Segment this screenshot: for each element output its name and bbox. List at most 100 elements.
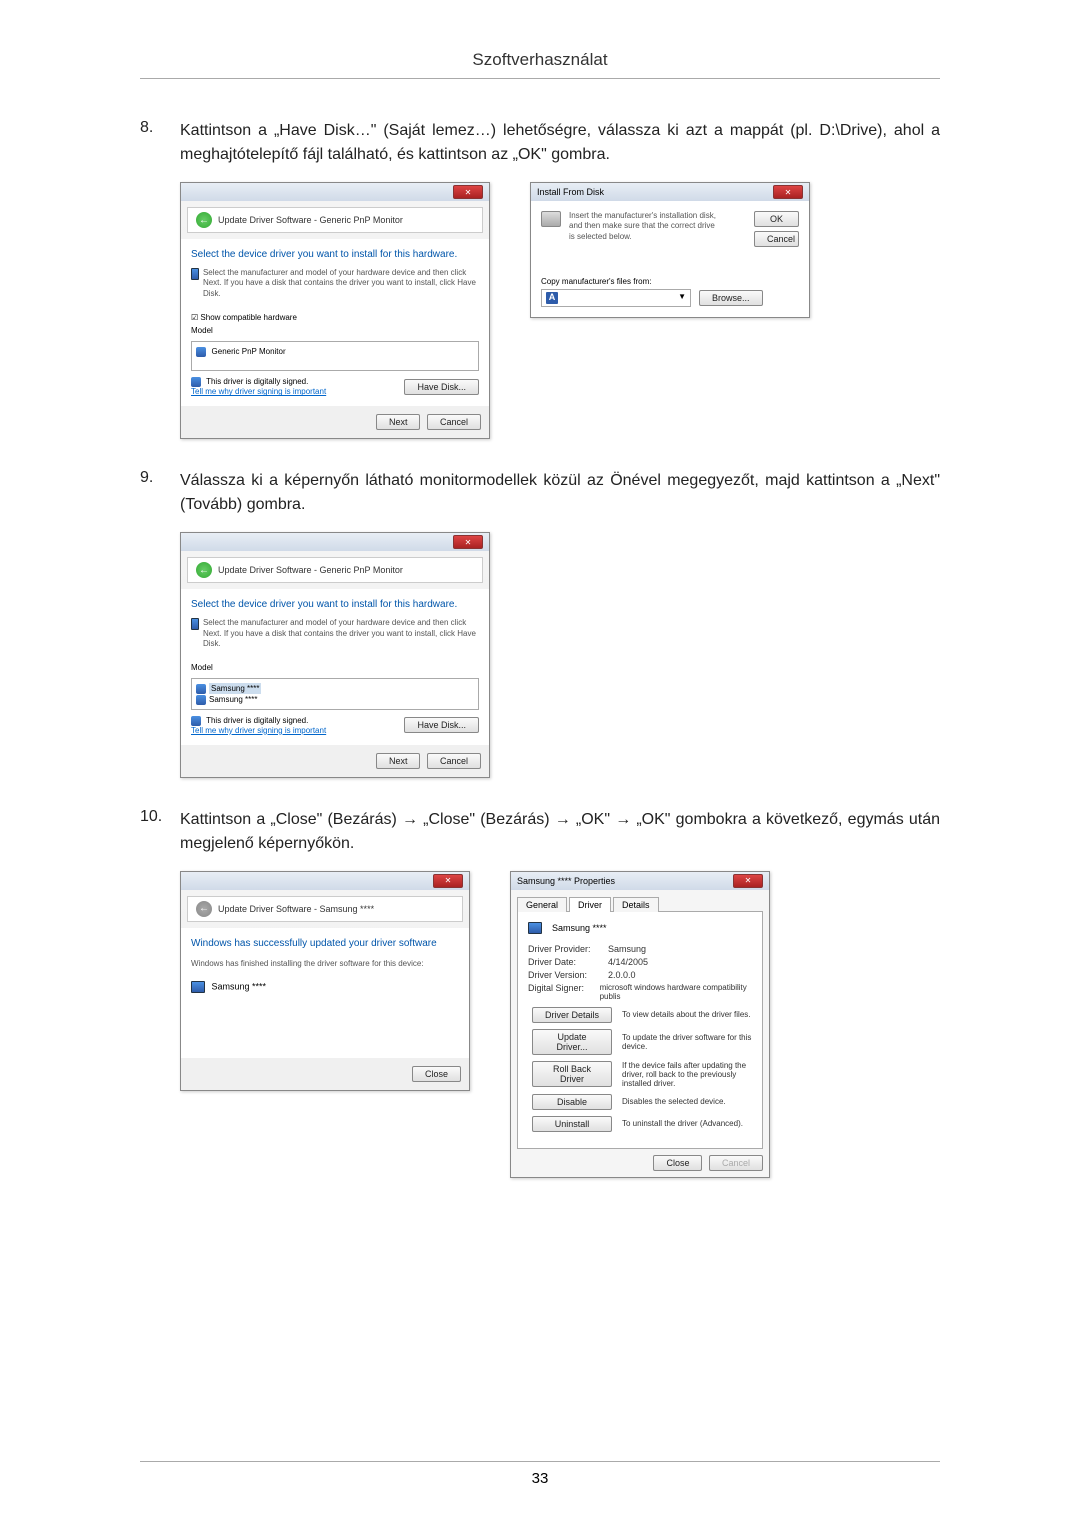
success-dialog: ✕ ← Update Driver Software - Samsung ***…	[180, 871, 470, 1091]
action-desc: Disables the selected device.	[622, 1097, 726, 1106]
next-button[interactable]: Next	[376, 414, 421, 430]
breadcrumb-text: Update Driver Software - Generic PnP Mon…	[218, 565, 403, 575]
close-button[interactable]: Close	[653, 1155, 702, 1171]
step-text: Kattintson a „Have Disk…" (Saját lemez…)…	[180, 119, 940, 167]
model-list[interactable]: Generic PnP Monitor	[191, 341, 479, 371]
breadcrumb: ← Update Driver Software - Generic PnP M…	[187, 557, 483, 583]
copy-label: Copy manufacturer's files from:	[541, 277, 799, 286]
tab-details[interactable]: Details	[613, 897, 659, 912]
instruction-text: Select the manufacturer and model of you…	[203, 618, 479, 649]
action-desc: To update the driver software for this d…	[622, 1033, 752, 1051]
breadcrumb: ← Update Driver Software - Samsung ****	[187, 896, 463, 922]
dialog-title-text: Samsung **** Properties	[517, 876, 615, 886]
model-list[interactable]: Samsung **** Samsung ****	[191, 678, 479, 709]
step-number: 8.	[140, 119, 180, 167]
monitor-icon	[528, 922, 542, 934]
close-icon[interactable]: ✕	[453, 185, 483, 199]
tab-driver[interactable]: Driver	[569, 897, 611, 912]
step-number: 10.	[140, 808, 180, 856]
page-header: Szoftverhasználat	[140, 50, 940, 79]
dialog-titlebar: ✕	[181, 183, 489, 201]
ok-button[interactable]: OK	[754, 211, 799, 227]
checkbox-show-compatible[interactable]: ☑	[191, 313, 198, 322]
step-10: 10. Kattintson a „Close" (Bezárás) → „Cl…	[140, 808, 940, 856]
have-disk-button[interactable]: Have Disk...	[404, 717, 479, 733]
uninstall-button[interactable]: Uninstall	[532, 1116, 612, 1132]
device-name: Samsung ****	[552, 923, 607, 933]
action-desc: To uninstall the driver (Advanced).	[622, 1119, 743, 1128]
dialog-titlebar: Samsung **** Properties ✕	[511, 872, 769, 890]
next-button[interactable]: Next	[376, 753, 421, 769]
close-icon[interactable]: ✕	[433, 874, 463, 888]
step-9: 9. Válassza ki a képernyőn látható monit…	[140, 469, 940, 517]
action-desc: To view details about the driver files.	[622, 1010, 751, 1019]
dialog-title-text: Install From Disk	[537, 187, 604, 197]
disk-icon	[541, 211, 561, 227]
shield-icon	[191, 377, 201, 387]
close-icon[interactable]: ✕	[733, 874, 763, 888]
rollback-button[interactable]: Roll Back Driver	[532, 1061, 612, 1087]
close-icon[interactable]: ✕	[773, 185, 803, 199]
dialog-heading: Select the device driver you want to ins…	[191, 249, 479, 260]
shield-icon	[196, 347, 206, 357]
update-driver-button[interactable]: Update Driver...	[532, 1029, 612, 1055]
disable-button[interactable]: Disable	[532, 1094, 612, 1110]
signed-text: This driver is digitally signed.	[206, 716, 308, 725]
close-icon[interactable]: ✕	[453, 535, 483, 549]
instruction-text: Windows has finished installing the driv…	[191, 959, 459, 969]
model-label: Model	[191, 326, 479, 335]
date-value: 4/14/2005	[608, 957, 648, 967]
back-icon[interactable]: ←	[196, 562, 212, 578]
step-text: Válassza ki a képernyőn látható monitorm…	[180, 469, 940, 517]
browse-button[interactable]: Browse...	[699, 290, 763, 306]
install-from-disk-dialog: Install From Disk ✕ Insert the manufactu…	[530, 182, 810, 318]
page-number: 33	[140, 1461, 940, 1487]
shield-icon	[196, 695, 206, 705]
tab-general[interactable]: General	[517, 897, 567, 912]
step-text: Kattintson a „Close" (Bezárás) → „Close"…	[180, 808, 940, 856]
shield-icon	[196, 684, 206, 694]
properties-dialog: Samsung **** Properties ✕ General Driver…	[510, 871, 770, 1178]
shield-icon	[191, 716, 201, 726]
provider-value: Samsung	[608, 944, 646, 954]
model-label: Model	[191, 663, 479, 672]
dialog-heading: Select the device driver you want to ins…	[191, 599, 479, 610]
model-item: Generic PnP Monitor	[212, 347, 286, 356]
instruction-text: Insert the manufacturer's installation d…	[569, 211, 719, 247]
cancel-button[interactable]: Cancel	[427, 753, 481, 769]
back-icon[interactable]: ←	[196, 212, 212, 228]
breadcrumb: ← Update Driver Software - Generic PnP M…	[187, 207, 483, 233]
close-button[interactable]: Close	[412, 1066, 461, 1082]
signing-link[interactable]: Tell me why driver signing is important	[191, 387, 326, 396]
dialog-titlebar: ✕	[181, 872, 469, 890]
have-disk-button[interactable]: Have Disk...	[404, 379, 479, 395]
version-label: Driver Version:	[528, 970, 608, 980]
success-heading: Windows has successfully updated your dr…	[191, 938, 459, 949]
update-driver-dialog: ✕ ← Update Driver Software - Generic PnP…	[180, 182, 490, 439]
drive-icon: A	[546, 292, 558, 304]
path-dropdown[interactable]: A ▼	[541, 289, 691, 307]
model-item[interactable]: Samsung ****	[209, 683, 261, 694]
signer-label: Digital Signer:	[528, 983, 600, 1001]
select-model-dialog: ✕ ← Update Driver Software - Generic PnP…	[180, 532, 490, 777]
step-8: 8. Kattintson a „Have Disk…" (Saját leme…	[140, 119, 940, 167]
provider-label: Driver Provider:	[528, 944, 608, 954]
monitor-icon	[191, 268, 199, 280]
action-desc: If the device fails after updating the d…	[622, 1061, 752, 1088]
breadcrumb-text: Update Driver Software - Samsung ****	[218, 904, 374, 914]
date-label: Driver Date:	[528, 957, 608, 967]
breadcrumb-text: Update Driver Software - Generic PnP Mon…	[218, 215, 403, 225]
version-value: 2.0.0.0	[608, 970, 636, 980]
model-item[interactable]: Samsung ****	[209, 695, 257, 704]
cancel-button[interactable]: Cancel	[754, 231, 799, 247]
signing-link[interactable]: Tell me why driver signing is important	[191, 726, 326, 735]
driver-details-button[interactable]: Driver Details	[532, 1007, 612, 1023]
signed-text: This driver is digitally signed.	[206, 377, 308, 386]
tab-row: General Driver Details	[517, 896, 763, 912]
dialog-titlebar: ✕	[181, 533, 489, 551]
step-number: 9.	[140, 469, 180, 517]
monitor-icon	[191, 618, 199, 630]
cancel-button[interactable]: Cancel	[427, 414, 481, 430]
cancel-button: Cancel	[709, 1155, 763, 1171]
checkbox-label: Show compatible hardware	[200, 313, 297, 322]
